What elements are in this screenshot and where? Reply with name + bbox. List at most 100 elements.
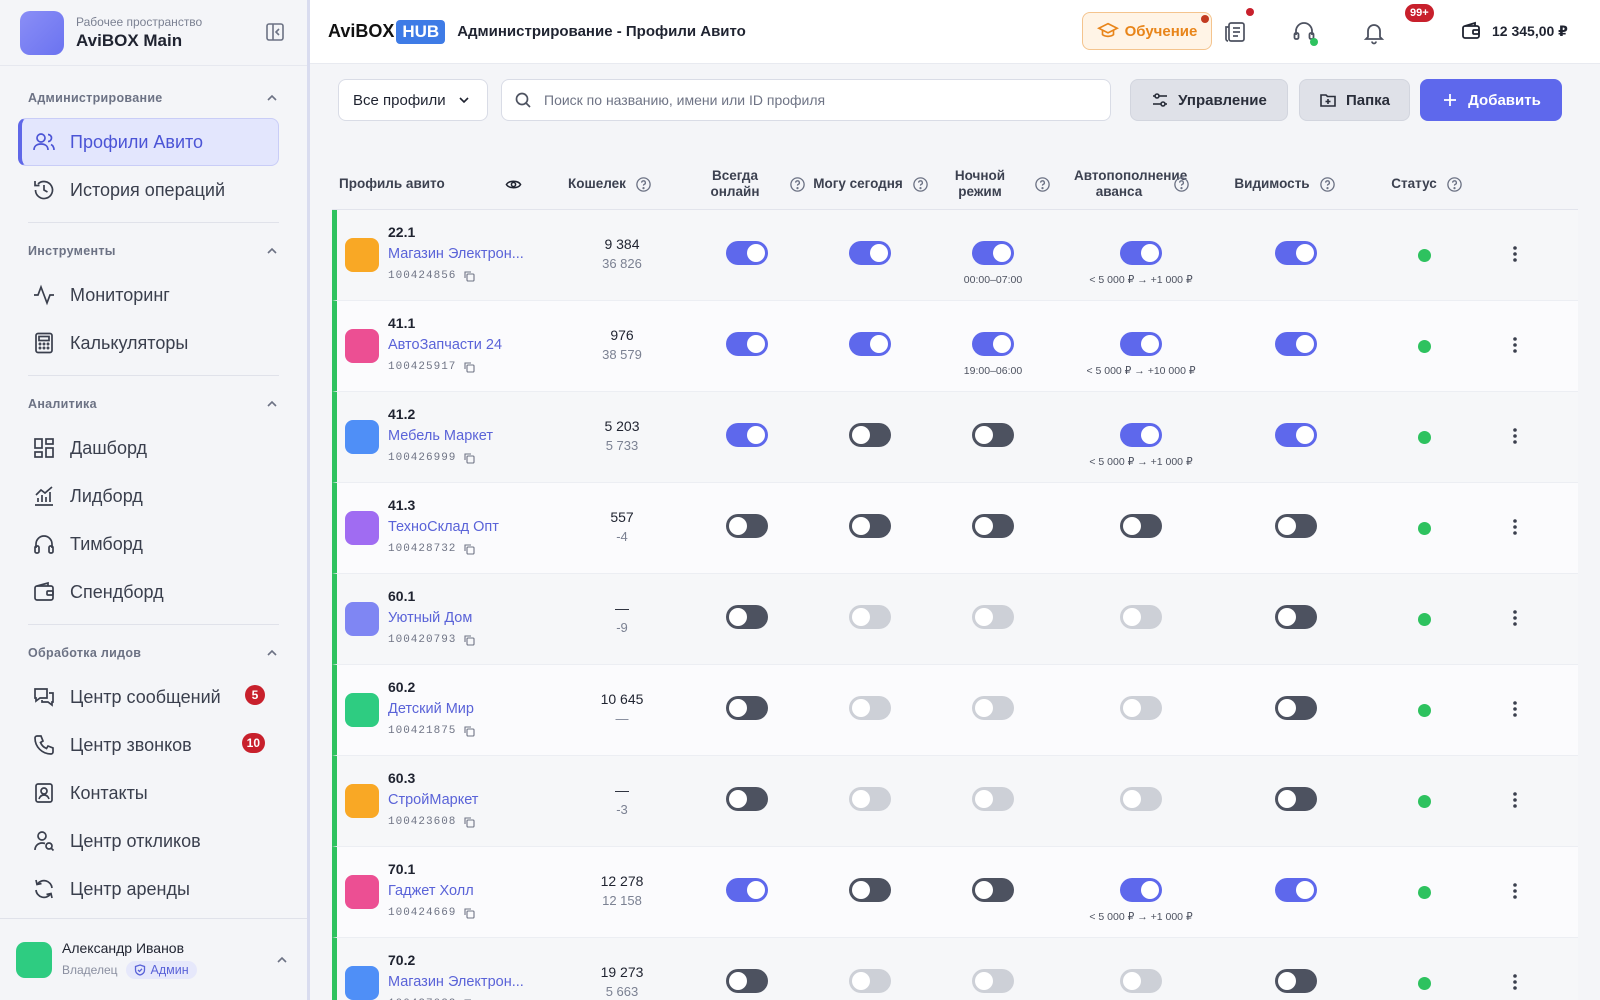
more-options-icon[interactable] — [1512, 335, 1518, 355]
copy-icon[interactable] — [464, 634, 475, 646]
toggle-night[interactable] — [972, 514, 1014, 538]
toggle-auto[interactable] — [1120, 605, 1162, 629]
more-options-icon[interactable] — [1512, 608, 1518, 628]
sidebar-item[interactable]: Центр аренды — [18, 865, 279, 913]
column-header[interactable]: Профиль авито — [332, 158, 522, 210]
toggle-today[interactable] — [849, 696, 891, 720]
toggle-vis[interactable] — [1275, 423, 1317, 447]
sidebar-item[interactable]: Центр откликов — [18, 817, 279, 865]
sidebar-section-header[interactable]: Обработка лидов — [0, 633, 307, 673]
sidebar-item[interactable]: Центр звонков 10 — [18, 721, 279, 769]
chevron-up-icon[interactable] — [265, 91, 279, 105]
eye-icon[interactable] — [505, 176, 522, 193]
column-header[interactable]: Ночной режим — [932, 158, 1054, 210]
balance-display[interactable]: 12 345,00 ₽ — [1460, 20, 1568, 42]
toggle-auto[interactable] — [1120, 696, 1162, 720]
toggle-online[interactable] — [726, 332, 768, 356]
column-header[interactable]: Статус — [1362, 158, 1492, 210]
toggle-online[interactable] — [726, 787, 768, 811]
profile-name-link[interactable]: Детский Мир — [388, 701, 474, 717]
help-icon[interactable] — [1446, 176, 1463, 193]
profile-name-link[interactable]: Магазин Электрон... — [388, 974, 524, 990]
toggle-vis[interactable] — [1275, 696, 1317, 720]
sidebar-item[interactable]: Контакты — [18, 769, 279, 817]
help-icon[interactable] — [789, 176, 806, 193]
toggle-today[interactable] — [849, 332, 891, 356]
toggle-online[interactable] — [726, 514, 768, 538]
toggle-auto[interactable] — [1120, 969, 1162, 993]
column-header[interactable]: Кошелек — [550, 158, 670, 210]
more-options-icon[interactable] — [1512, 426, 1518, 446]
toggle-night[interactable] — [972, 696, 1014, 720]
sidebar-item[interactable]: Центр сообщений 5 — [18, 673, 279, 721]
toggle-night[interactable] — [972, 878, 1014, 902]
sidebar-item[interactable]: Спендборд — [18, 568, 279, 616]
sidebar-item[interactable]: История операций — [18, 166, 279, 214]
table-row[interactable]: 60.3 СтройМаркет 100423608 — -3 — [332, 756, 1578, 847]
toggle-night[interactable] — [972, 787, 1014, 811]
table-row[interactable]: 41.2 Мебель Маркет 100426999 5 203 5 733 < 5 … — [332, 392, 1578, 483]
copy-icon[interactable] — [464, 725, 475, 737]
toggle-online[interactable] — [726, 878, 768, 902]
profile-filter-select[interactable]: Все профили — [338, 79, 488, 121]
table-row[interactable]: 60.1 Уютный Дом 100420793 — -9 — [332, 574, 1578, 665]
sidebar-item[interactable]: Профили Авито — [18, 118, 279, 166]
toggle-auto[interactable] — [1120, 514, 1162, 538]
sidebar-item[interactable]: Дашборд — [18, 424, 279, 472]
sidebar-collapse-icon[interactable] — [265, 22, 285, 42]
sidebar-item[interactable]: Тимборд — [18, 520, 279, 568]
toggle-night[interactable] — [972, 332, 1014, 356]
toggle-today[interactable] — [849, 787, 891, 811]
toggle-vis[interactable] — [1275, 514, 1317, 538]
toggle-today[interactable] — [849, 514, 891, 538]
more-options-icon[interactable] — [1512, 881, 1518, 901]
toggle-auto[interactable] — [1120, 332, 1162, 356]
table-row[interactable]: 60.2 Детский Мир 100421875 10 645 — — [332, 665, 1578, 756]
copy-icon[interactable] — [464, 361, 475, 373]
toggle-night[interactable] — [972, 423, 1014, 447]
add-button[interactable]: Добавить — [1420, 79, 1562, 121]
toggle-today[interactable] — [849, 241, 891, 265]
toggle-night[interactable] — [972, 969, 1014, 993]
workspace-switcher[interactable]: Рабочее пространство AviBOX Main — [0, 0, 307, 66]
folder-button[interactable]: Папка — [1299, 79, 1410, 121]
chevron-up-icon[interactable] — [275, 953, 289, 967]
search-box[interactable] — [501, 79, 1111, 121]
profile-name-link[interactable]: Магазин Электрон... — [388, 246, 524, 262]
toggle-today[interactable] — [849, 969, 891, 993]
column-header[interactable]: Автопополнение аванса — [1058, 158, 1206, 210]
toggle-today[interactable] — [849, 605, 891, 629]
more-options-icon[interactable] — [1512, 699, 1518, 719]
column-header[interactable]: Могу сегодня — [810, 158, 932, 210]
copy-icon[interactable] — [464, 543, 475, 555]
chevron-up-icon[interactable] — [265, 646, 279, 660]
toggle-night[interactable] — [972, 605, 1014, 629]
search-input[interactable] — [544, 92, 1098, 108]
news-icon[interactable] — [1222, 18, 1250, 46]
toggle-online[interactable] — [726, 696, 768, 720]
help-icon[interactable] — [1034, 176, 1051, 193]
profile-name-link[interactable]: СтройМаркет — [388, 792, 478, 808]
toggle-online[interactable] — [726, 605, 768, 629]
learn-button[interactable]: Обучение — [1082, 12, 1212, 50]
table-row[interactable]: 41.1 АвтоЗапчасти 24 100425917 976 38 579 19:… — [332, 301, 1578, 392]
toggle-online[interactable] — [726, 969, 768, 993]
toggle-night[interactable] — [972, 241, 1014, 265]
table-row[interactable]: 70.1 Гаджет Холл 100424669 12 278 12 158 < 5 … — [332, 847, 1578, 938]
brand-logo[interactable]: AviBOX HUB — [328, 19, 446, 44]
help-icon[interactable] — [1173, 176, 1190, 193]
copy-icon[interactable] — [464, 907, 475, 919]
toggle-vis[interactable] — [1275, 332, 1317, 356]
toggle-vis[interactable] — [1275, 605, 1317, 629]
table-row[interactable]: 41.3 ТехноСклад Опт 100428732 557 -4 — [332, 483, 1578, 574]
help-icon[interactable] — [635, 176, 652, 193]
profile-name-link[interactable]: Мебель Маркет — [388, 428, 493, 444]
toggle-today[interactable] — [849, 878, 891, 902]
more-options-icon[interactable] — [1512, 790, 1518, 810]
more-options-icon[interactable] — [1512, 244, 1518, 264]
sidebar-section-header[interactable]: Аналитика — [0, 384, 307, 424]
toggle-today[interactable] — [849, 423, 891, 447]
user-profile[interactable]: Александр Иванов Владелец Админ — [0, 918, 307, 1000]
sidebar-item[interactable]: Калькуляторы — [18, 319, 279, 367]
toggle-auto[interactable] — [1120, 241, 1162, 265]
